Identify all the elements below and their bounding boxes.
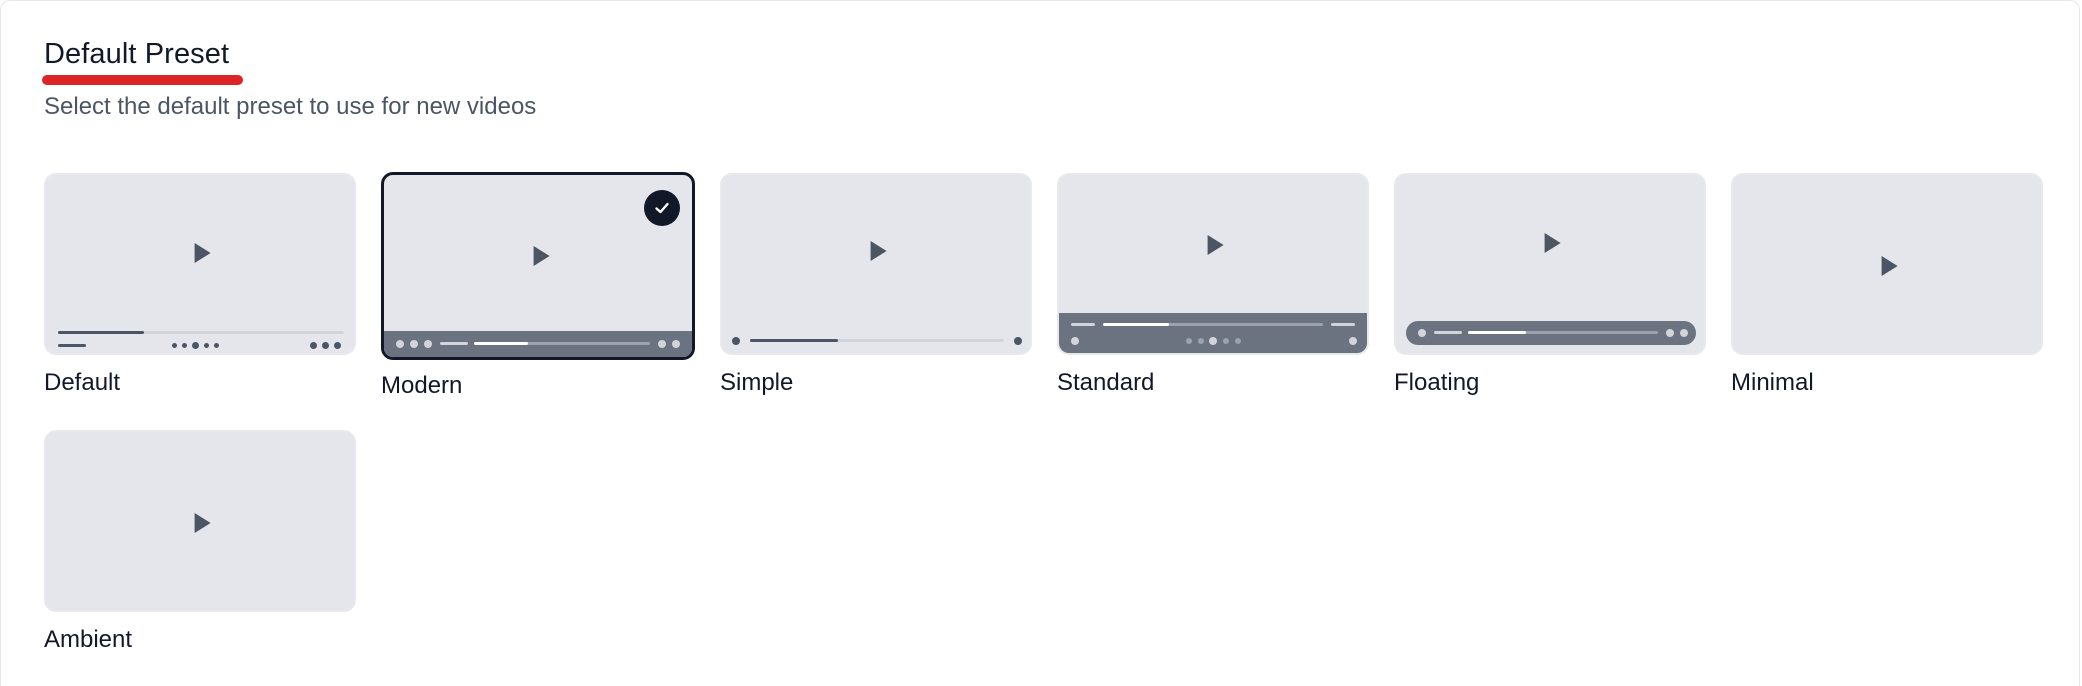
preset-label: Standard — [1057, 369, 1155, 396]
control-bar — [1059, 313, 1367, 353]
settings-page: Default Preset Select the default preset… — [0, 0, 2082, 686]
progress-bar — [750, 339, 838, 342]
preset-card-standard[interactable]: Standard — [1057, 173, 1369, 396]
preset-label: Modern — [381, 372, 463, 399]
preset-card-modern[interactable]: Modern — [381, 172, 695, 399]
progress-bar — [1103, 323, 1169, 326]
progress-bar — [58, 331, 144, 334]
preset-card-ambient[interactable]: Ambient — [44, 430, 356, 653]
control-bar — [384, 331, 692, 357]
play-icon — [194, 513, 211, 533]
preset-card-minimal[interactable]: Minimal — [1731, 173, 2043, 396]
preset-card-floating[interactable]: Floating — [1394, 173, 1706, 396]
progress-bar — [1468, 331, 1526, 334]
play-icon — [194, 243, 211, 263]
preset-card-simple[interactable]: Simple — [720, 173, 1032, 396]
play-icon — [1544, 233, 1561, 253]
checkmark-icon — [644, 190, 680, 226]
play-icon — [870, 241, 887, 261]
title-highlight-underline — [42, 75, 243, 85]
preset-preview-simple — [720, 173, 1032, 355]
preset-label: Default — [44, 369, 121, 396]
play-icon — [1207, 235, 1224, 255]
preset-label: Simple — [720, 369, 794, 396]
preset-preview-modern — [381, 172, 695, 360]
preset-preview-standard — [1057, 173, 1369, 355]
preset-label: Minimal — [1731, 369, 1814, 396]
section-subtitle: Select the default preset to use for new… — [44, 93, 537, 120]
preset-card-default[interactable]: Default — [44, 173, 356, 396]
preset-preview-ambient — [44, 430, 356, 612]
preset-label: Floating — [1394, 369, 1480, 396]
preset-preview-minimal — [1731, 173, 2043, 355]
progress-bar — [474, 342, 528, 345]
play-icon — [1881, 256, 1898, 276]
preset-preview-default — [44, 173, 356, 355]
preset-label: Ambient — [44, 626, 133, 653]
preset-preview-floating — [1394, 173, 1706, 355]
control-bar — [1406, 321, 1696, 345]
section-title: Default Preset — [44, 38, 230, 70]
play-icon — [533, 246, 550, 266]
